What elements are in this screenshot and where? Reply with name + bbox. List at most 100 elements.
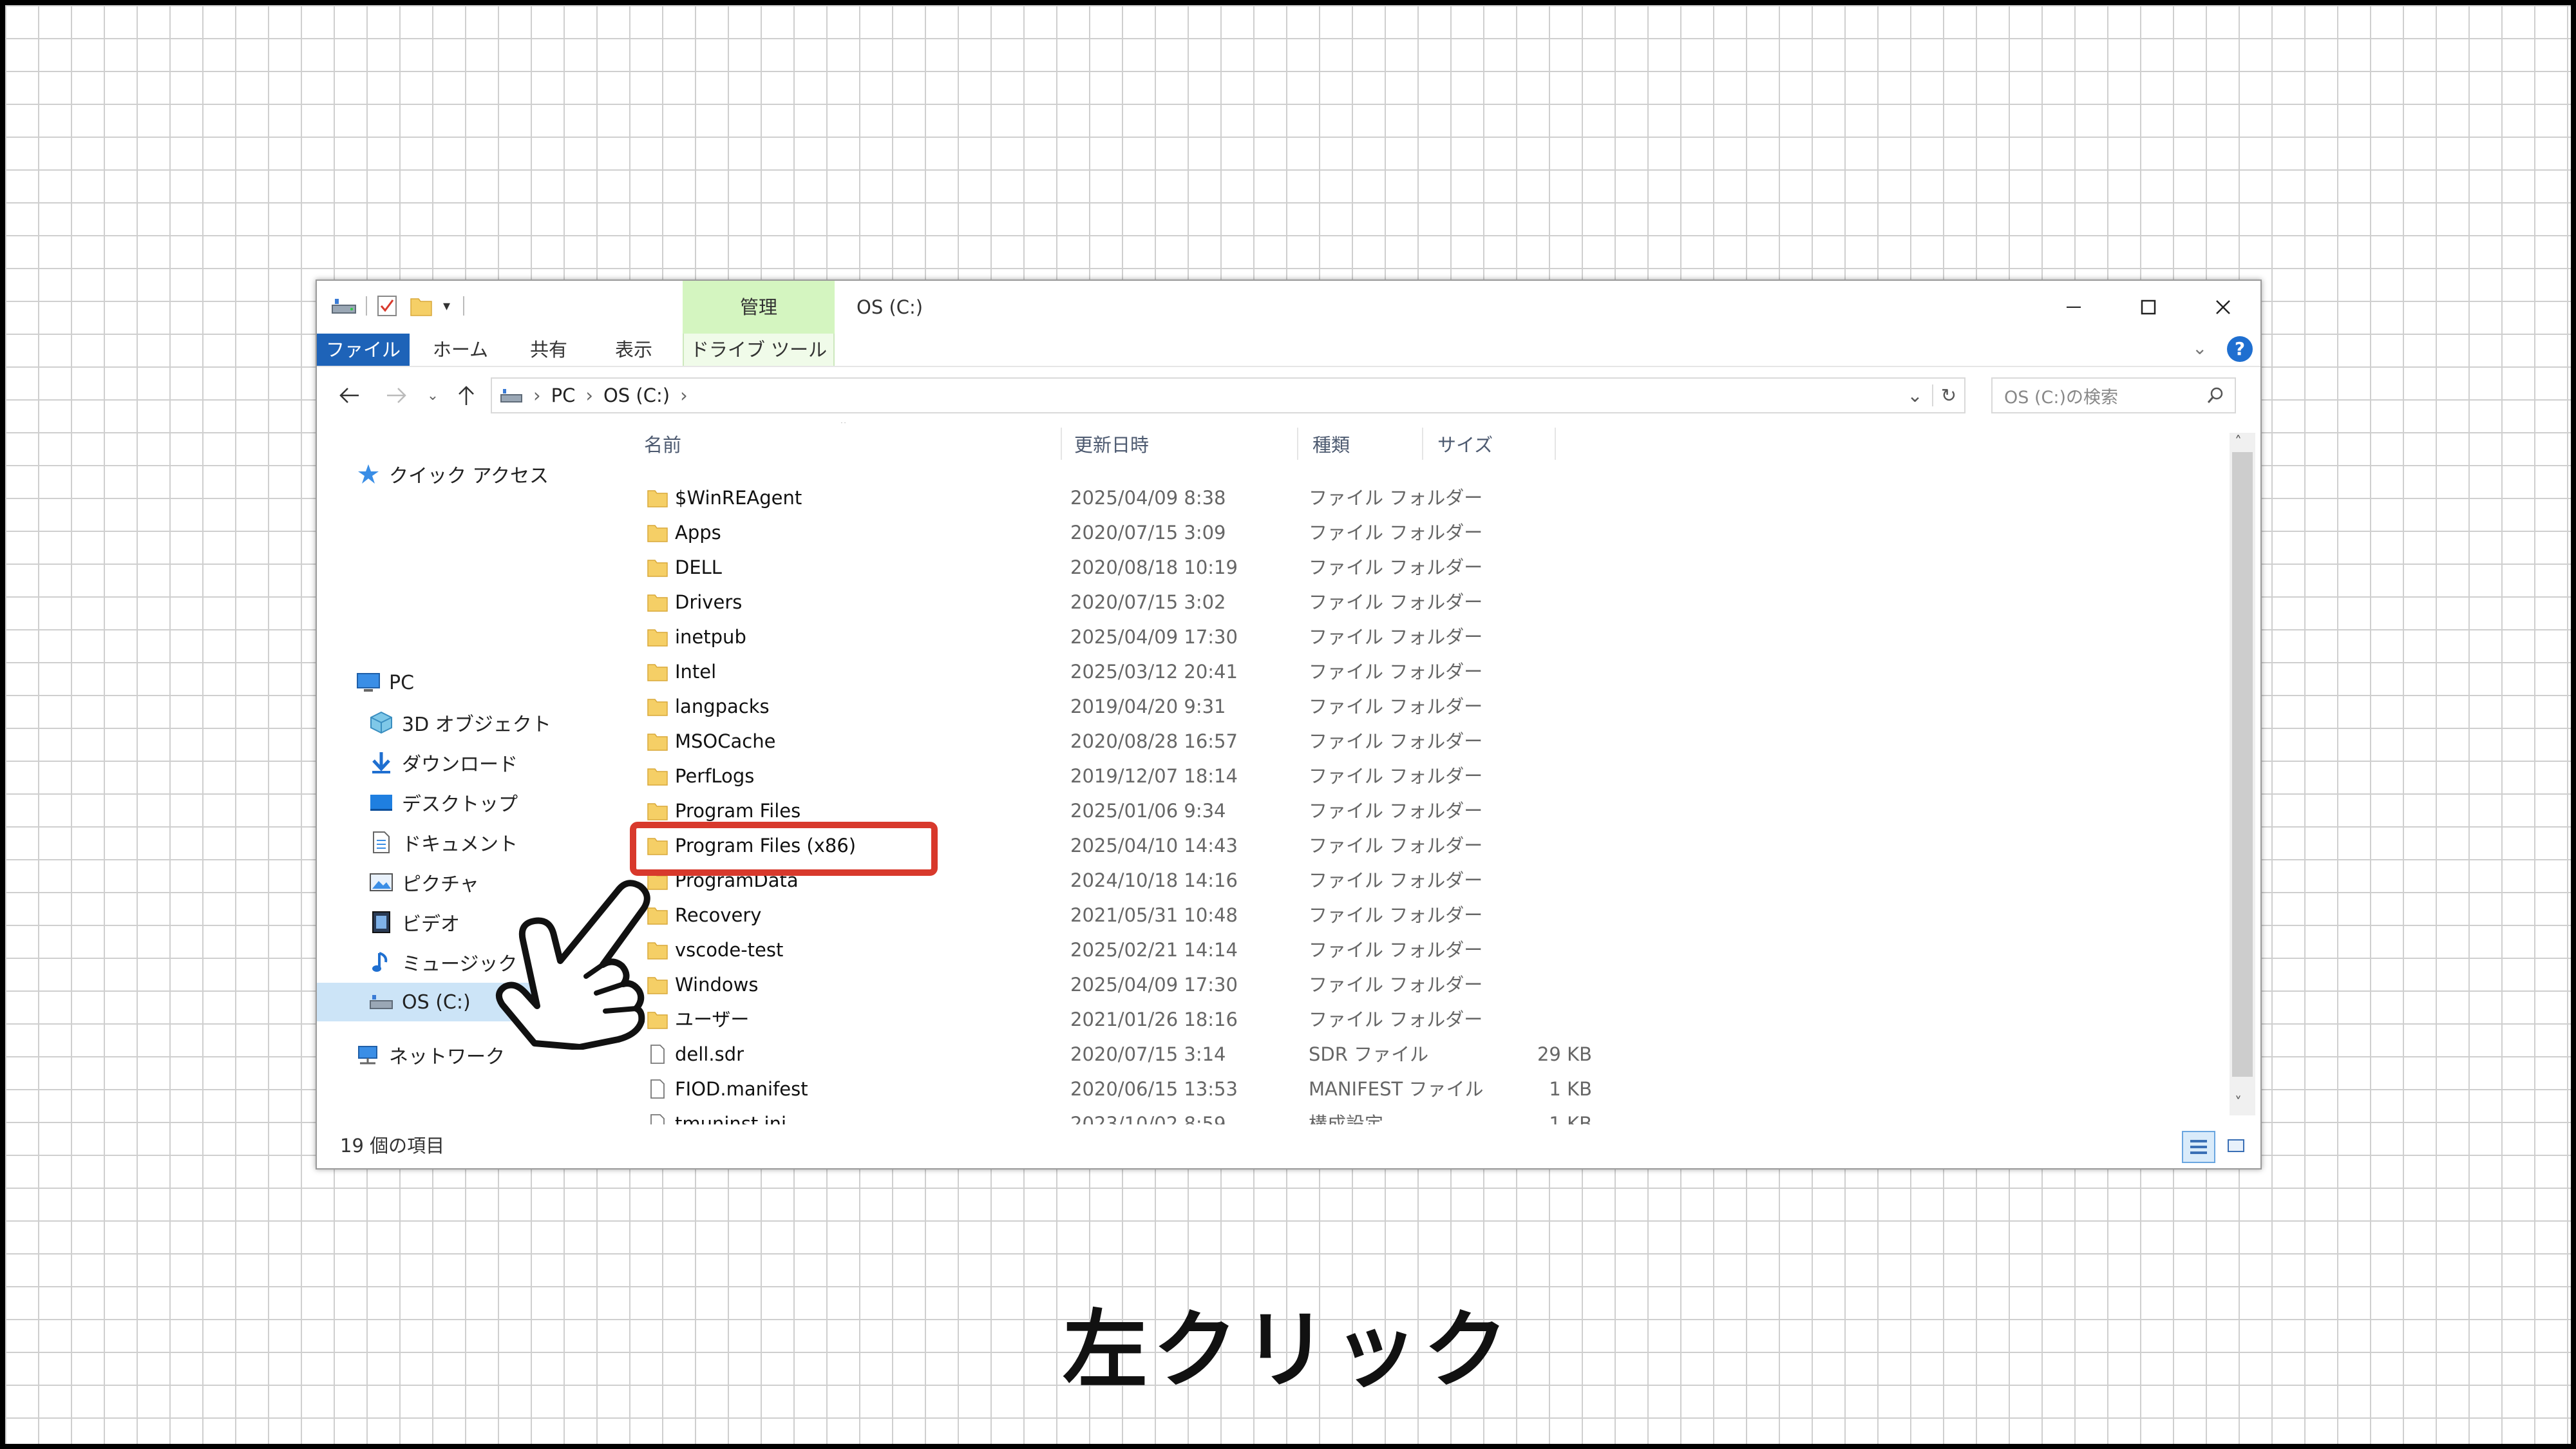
ribbon-tabs: ファイル ホーム 共有 表示 ドライブ ツール ⌄ ? [317, 334, 2260, 367]
file-date: 2020/07/15 3:02 [1070, 591, 1226, 613]
column-header-size[interactable]: サイズ [1437, 422, 1493, 465]
picture-icon [368, 869, 394, 895]
tab-drive-tools[interactable]: ドライブ ツール [683, 334, 835, 366]
table-row[interactable]: dell.sdr 2020/07/15 3:14 SDR ファイル 29 KB [613, 1037, 2223, 1072]
address-bar[interactable]: › PC › OS (C:) › ⌄ ↻ [491, 377, 1965, 413]
column-header-type[interactable]: 種類 [1312, 422, 1350, 465]
table-row[interactable]: vscode-test 2025/02/21 14:14 ファイル フォルダー [613, 933, 2223, 967]
nav-pc[interactable]: PC [317, 663, 613, 702]
tab-file[interactable]: ファイル [317, 334, 410, 366]
column-header-name[interactable]: 名前 [644, 422, 681, 465]
scroll-thumb[interactable] [2232, 452, 2253, 1077]
scroll-down-icon[interactable]: ˅ [2235, 1095, 2242, 1111]
close-icon [2216, 300, 2230, 314]
desktop-icon [368, 790, 394, 815]
new-folder-icon[interactable] [410, 295, 433, 317]
file-name: Intel [675, 661, 717, 683]
tab-home[interactable]: ホーム [419, 334, 502, 366]
file-type: ファイル フォルダー [1309, 522, 1483, 544]
table-row[interactable]: Intel 2025/03/12 20:41 ファイル フォルダー [613, 654, 2223, 689]
file-name: tmuninst.ini [675, 1113, 787, 1124]
breadcrumb-drive[interactable]: OS (C:) [603, 384, 670, 406]
expand-ribbon-icon[interactable]: ⌄ [2192, 337, 2207, 359]
column-divider[interactable] [1555, 428, 1556, 460]
nav-documents[interactable]: ドキュメント [317, 823, 613, 862]
tab-share[interactable]: 共有 [510, 334, 587, 366]
table-row[interactable]: FIOD.manifest 2020/06/15 13:53 MANIFEST ファ… [613, 1072, 2223, 1106]
nav-3d-objects[interactable]: 3D オブジェクト [317, 703, 613, 742]
tab-view[interactable]: 表示 [595, 334, 672, 366]
table-row[interactable]: DELL 2020/08/18 10:19 ファイル フォルダー [613, 550, 2223, 585]
folder-icon [647, 768, 668, 786]
folder-icon [647, 803, 668, 820]
table-row[interactable]: Windows 2025/04/09 17:30 ファイル フォルダー [613, 967, 2223, 1002]
table-row[interactable]: $WinREAgent 2025/04/09 8:38 ファイル フォルダー [613, 480, 2223, 515]
folder-icon [647, 525, 668, 542]
nav-desktop[interactable]: デスクトップ [317, 783, 613, 822]
search-input[interactable]: OS (C:)の検索 [1991, 377, 2236, 413]
file-name: vscode-test [675, 939, 784, 961]
help-icon[interactable]: ? [2227, 336, 2253, 362]
details-view-button[interactable] [2182, 1131, 2215, 1163]
table-row[interactable]: Apps 2020/07/15 3:09 ファイル フォルダー [613, 515, 2223, 550]
file-date: 2025/04/09 17:30 [1070, 974, 1238, 996]
breadcrumb-pc[interactable]: PC [551, 384, 576, 406]
file-date: 2025/01/06 9:34 [1070, 800, 1226, 822]
properties-icon[interactable] [376, 294, 398, 317]
file-type: ファイル フォルダー [1309, 626, 1483, 648]
file-name: Windows [675, 974, 759, 996]
scroll-up-icon[interactable]: ˄ [2235, 434, 2242, 450]
nav-label: ビデオ [402, 913, 460, 936]
file-rows: $WinREAgent 2025/04/09 8:38 ファイル フォルダー Apps… [613, 480, 2223, 1124]
instruction-caption: 左クリック [1063, 1301, 1513, 1400]
nav-label: OS (C:) [402, 990, 471, 1014]
file-type: ファイル フォルダー [1309, 974, 1483, 996]
file-size: 1 KB [1549, 1078, 1592, 1100]
vertical-scrollbar[interactable]: ˄ ˅ [2230, 433, 2255, 1115]
file-date: 2020/08/28 16:57 [1070, 730, 1238, 752]
back-button[interactable] [331, 377, 367, 413]
status-bar: 19 個の項目 [317, 1124, 2260, 1167]
file-type: ファイル フォルダー [1309, 869, 1483, 891]
file-date: 2020/07/15 3:14 [1070, 1043, 1226, 1065]
table-row[interactable]: tmuninst.ini 2023/10/02 8:59 構成設定 1 KB [613, 1106, 2223, 1124]
file-date: 2025/04/09 8:38 [1070, 487, 1226, 509]
folder-icon [647, 629, 668, 647]
large-icons-view-button[interactable] [2223, 1133, 2249, 1159]
table-row[interactable]: Drivers 2020/07/15 3:02 ファイル フォルダー [613, 585, 2223, 620]
nav-downloads[interactable]: ダウンロード [317, 743, 613, 782]
column-header-date[interactable]: 更新日時 [1074, 422, 1149, 465]
maximize-button[interactable] [2111, 281, 2186, 334]
file-type: ファイル フォルダー [1309, 800, 1483, 822]
column-divider[interactable] [1061, 428, 1062, 460]
window-title: OS (C:) [857, 296, 923, 318]
maximize-icon [2141, 299, 2156, 315]
nav-quick-access[interactable]: クイック アクセス [317, 455, 613, 493]
sort-ascending-icon: ˄ [840, 422, 847, 435]
table-row[interactable]: PerfLogs 2019/12/07 18:14 ファイル フォルダー [613, 759, 2223, 793]
column-divider[interactable] [1297, 428, 1298, 460]
search-placeholder: OS (C:)の検索 [2004, 387, 2118, 408]
column-divider[interactable] [1422, 428, 1423, 460]
address-dropdown-icon[interactable]: ⌄ [1907, 384, 1922, 406]
table-row[interactable]: inetpub 2025/04/09 17:30 ファイル フォルダー [613, 620, 2223, 654]
file-type: ファイル フォルダー [1309, 591, 1483, 613]
details-view-icon [2190, 1140, 2207, 1154]
table-row[interactable]: ユーザー 2021/01/26 18:16 ファイル フォルダー [613, 1002, 2223, 1037]
up-button[interactable] [448, 377, 484, 413]
minimize-icon [2067, 307, 2081, 308]
table-row[interactable]: Recovery 2021/05/31 10:48 ファイル フォルダー [613, 898, 2223, 933]
file-date: 2020/07/15 3:09 [1070, 522, 1226, 544]
table-row[interactable]: MSOCache 2020/08/28 16:57 ファイル フォルダー [613, 724, 2223, 759]
customize-qa-icon[interactable]: ▾ [443, 298, 450, 314]
table-row[interactable]: langpacks 2019/04/20 9:31 ファイル フォルダー [613, 689, 2223, 724]
recent-locations-icon[interactable]: ⌄ [415, 377, 451, 413]
nav-label: PC [389, 671, 415, 694]
file-date: 2019/04/20 9:31 [1070, 696, 1226, 717]
close-button[interactable] [2186, 281, 2260, 334]
minimize-button[interactable] [2036, 281, 2111, 334]
refresh-icon[interactable]: ↻ [1931, 384, 1964, 406]
file-size: 1 KB [1549, 1113, 1592, 1124]
forward-button[interactable] [379, 377, 415, 413]
file-type: ファイル フォルダー [1309, 1009, 1483, 1030]
